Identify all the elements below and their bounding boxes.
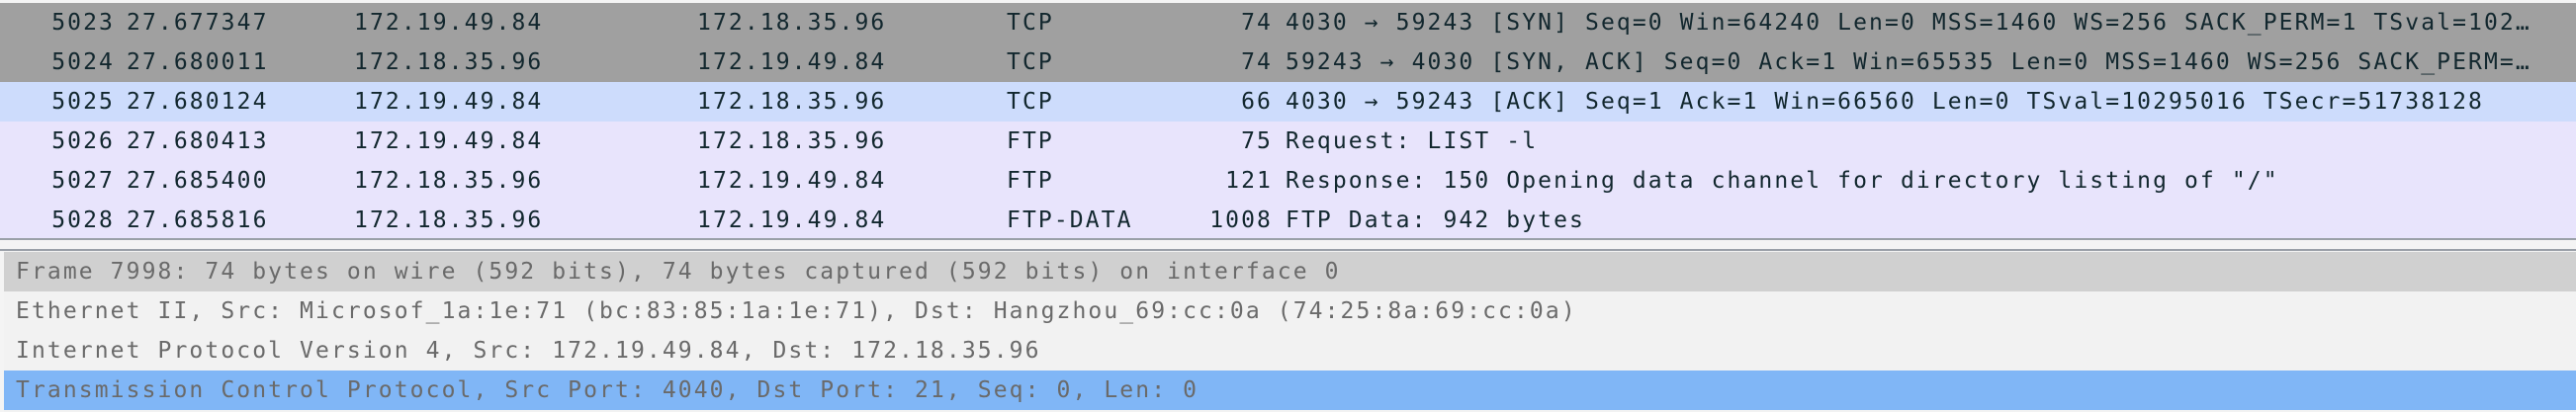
packet-info-cell: 59243 → 4030 [SYN, ACK] Seq=0 Ack=1 Win=…	[1286, 49, 2532, 75]
packet-no-cell: 5024	[51, 49, 115, 75]
packet-details-tree[interactable]: Frame 7998: 74 bytes on wire (592 bits),…	[4, 251, 2576, 412]
packet-info-cell: 4030 → 59243 [ACK] Seq=1 Ack=1 Win=66560…	[1286, 89, 2484, 115]
packet-row[interactable]: 5024 27.680011 172.18.35.96 172.19.49.84 TCP…	[0, 42, 2576, 82]
packet-info-cell: FTP Data: 942 bytes	[1286, 207, 1585, 233]
packet-proto-cell: FTP-DATA	[1007, 207, 1133, 233]
packet-time-cell: 27.680124	[127, 89, 269, 115]
detail-tree-item[interactable]: Ethernet II, Src: Microsof_1a:1e:71 (bc:…	[4, 291, 2576, 331]
packet-src-cell: 172.18.35.96	[354, 207, 544, 233]
packet-dst-cell: 172.18.35.96	[697, 10, 887, 36]
packet-proto-cell: TCP	[1007, 89, 1054, 115]
packet-proto-cell: FTP	[1007, 128, 1054, 154]
packet-src-cell: 172.19.49.84	[354, 10, 544, 36]
packet-no-cell: 5026	[51, 128, 115, 154]
packet-row[interactable]: 5023 27.677347 172.19.49.84 172.18.35.96 TCP…	[0, 3, 2576, 42]
packet-no-cell: 5027	[51, 168, 115, 194]
packet-len-cell: 1008	[1209, 207, 1273, 233]
packet-info-cell: 4030 → 59243 [SYN] Seq=0 Win=64240 Len=0…	[1286, 10, 2532, 36]
packet-proto-cell: FTP	[1007, 168, 1054, 194]
packet-row[interactable]: 5025 27.680124 172.19.49.84 172.18.35.96 TCP…	[0, 82, 2576, 122]
packet-time-cell: 27.685400	[127, 168, 269, 194]
packet-src-cell: 172.18.35.96	[354, 49, 544, 75]
detail-tree-item[interactable]: Transmission Control Protocol, Src Port:…	[4, 371, 2576, 410]
packet-time-cell: 27.685816	[127, 207, 269, 233]
packet-row[interactable]: 5028 27.685816 172.18.35.96 172.19.49.84 FTP…	[0, 201, 2576, 240]
packet-list[interactable]: 5023 27.677347 172.19.49.84 172.18.35.96 TCP…	[0, 3, 2576, 240]
packet-dst-cell: 172.19.49.84	[697, 49, 887, 75]
packet-len-cell: 75	[1241, 128, 1273, 154]
packet-time-cell: 27.677347	[127, 10, 269, 36]
packet-info-cell: Response: 150 Opening data channel for d…	[1286, 168, 2279, 194]
packet-proto-cell: TCP	[1007, 49, 1054, 75]
packet-proto-cell: TCP	[1007, 10, 1054, 36]
packet-src-cell: 172.19.49.84	[354, 128, 544, 154]
packet-dst-cell: 172.19.49.84	[697, 207, 887, 233]
packet-time-cell: 27.680011	[127, 49, 269, 75]
packet-row[interactable]: 5026 27.680413 172.19.49.84 172.18.35.96 FTP…	[0, 122, 2576, 161]
packet-no-cell: 5023	[51, 10, 115, 36]
packet-len-cell: 74	[1241, 10, 1273, 36]
packet-no-cell: 5028	[51, 207, 115, 233]
packet-dst-cell: 172.18.35.96	[697, 128, 887, 154]
pane-splitter[interactable]	[0, 238, 2576, 240]
detail-tree-item[interactable]: Frame 7998: 74 bytes on wire (592 bits),…	[4, 252, 2576, 291]
packet-len-cell: 74	[1241, 49, 1273, 75]
packet-row[interactable]: 5027 27.685400 172.18.35.96 172.19.49.84 FTP…	[0, 161, 2576, 201]
packet-src-cell: 172.19.49.84	[354, 89, 544, 115]
packet-no-cell: 5025	[51, 89, 115, 115]
packet-dst-cell: 172.19.49.84	[697, 168, 887, 194]
packet-len-cell: 121	[1225, 168, 1273, 194]
packet-dst-cell: 172.18.35.96	[697, 89, 887, 115]
packet-info-cell: Request: LIST -l	[1286, 128, 1539, 154]
packet-len-cell: 66	[1241, 89, 1273, 115]
detail-tree-item[interactable]: Internet Protocol Version 4, Src: 172.19…	[4, 331, 2576, 371]
packet-src-cell: 172.18.35.96	[354, 168, 544, 194]
packet-time-cell: 27.680413	[127, 128, 269, 154]
